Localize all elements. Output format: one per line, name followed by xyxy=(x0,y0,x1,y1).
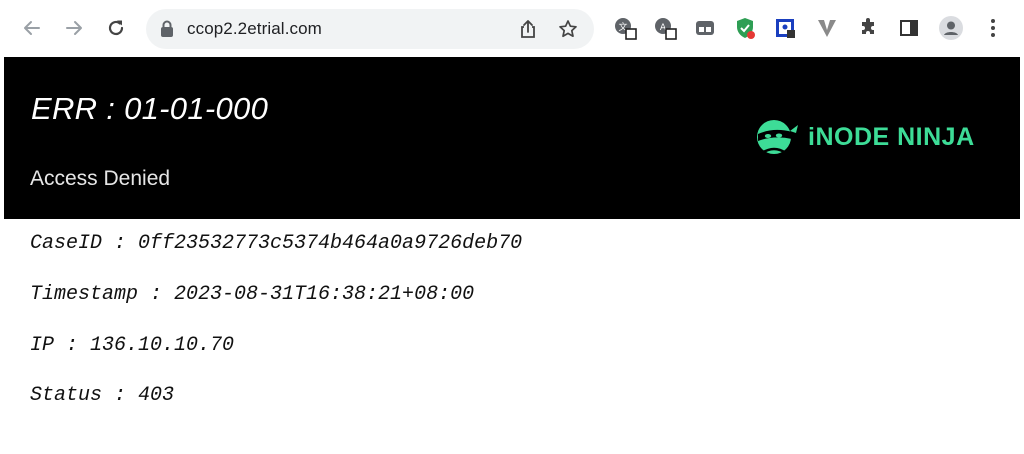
v-extension-button[interactable] xyxy=(814,15,840,41)
share-icon[interactable] xyxy=(518,19,538,39)
puzzle-icon xyxy=(862,18,874,34)
portrait-extension-button[interactable] xyxy=(772,15,798,41)
error-message: Access Denied xyxy=(30,167,171,190)
brand-name: iNODE NINJA xyxy=(808,122,975,151)
browser-toolbar: ccop2.2etrial.com 文 A xyxy=(0,0,1024,56)
side-panel-button[interactable] xyxy=(896,15,922,41)
portrait-extension-icon xyxy=(776,19,795,38)
more-menu-icon xyxy=(991,19,995,37)
back-button[interactable] xyxy=(20,16,44,40)
case-id-line: CaseID : 0ff23532773c5374b464a0a9726deb7… xyxy=(30,232,523,255)
tab-manager-extension-button[interactable] xyxy=(692,15,718,41)
arrow-left-icon xyxy=(24,21,40,35)
timestamp-line: Timestamp : 2023-08-31T16:38:21+08:00 xyxy=(30,283,475,306)
shield-extension-button[interactable] xyxy=(732,15,758,41)
arrow-right-icon xyxy=(66,21,82,35)
address-bar[interactable]: ccop2.2etrial.com xyxy=(146,9,594,49)
url-text: ccop2.2etrial.com xyxy=(187,19,322,38)
more-menu-button[interactable] xyxy=(980,15,1006,41)
translate-extension-icon-2: A xyxy=(655,18,677,40)
profile-avatar-icon xyxy=(939,16,963,40)
brand-logo: iNODE NINJA xyxy=(752,117,975,157)
sidebar-icon xyxy=(900,20,918,36)
tab-manager-extension-icon xyxy=(696,21,714,35)
shield-extension-icon xyxy=(737,18,755,39)
v-extension-icon xyxy=(818,20,836,37)
status-line: Status : 403 xyxy=(30,384,175,407)
reload-button[interactable] xyxy=(104,16,128,40)
error-code: ERR : 01-01-000 xyxy=(31,91,269,126)
extensions-button[interactable] xyxy=(856,15,882,41)
reload-icon xyxy=(108,20,124,36)
translate-extension-button-2[interactable]: A xyxy=(652,15,678,41)
translate-extension-button[interactable]: 文 xyxy=(612,15,638,41)
error-banner: ERR : 01-01-000 Access Denied iNODE NINJ… xyxy=(4,57,1020,219)
profile-button[interactable] xyxy=(938,15,964,41)
lock-icon xyxy=(161,20,173,37)
ninja-logo-icon xyxy=(757,120,798,155)
translate-extension-icon: 文 xyxy=(615,18,637,40)
bookmark-star-icon[interactable] xyxy=(558,19,578,39)
ip-line: IP : 136.10.10.70 xyxy=(30,334,235,357)
forward-button[interactable] xyxy=(62,16,86,40)
